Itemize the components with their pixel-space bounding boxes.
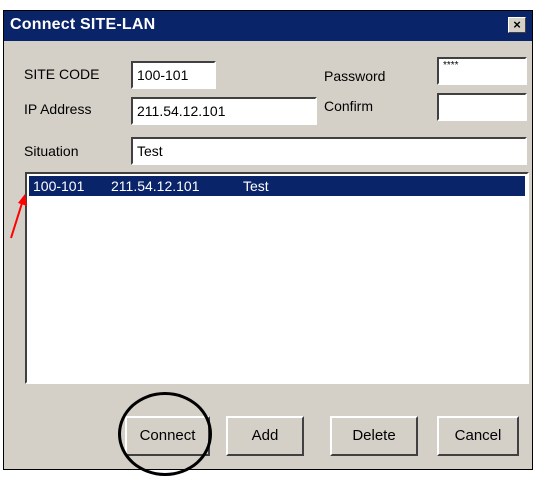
window-title: Connect SITE-LAN bbox=[10, 16, 156, 33]
ip-address-label: IP Address bbox=[24, 101, 92, 117]
title-bar[interactable]: Connect SITE-LAN × bbox=[4, 11, 532, 41]
situation-input[interactable]: Test bbox=[131, 137, 527, 165]
confirm-label: Confirm bbox=[324, 98, 374, 114]
close-icon: × bbox=[513, 17, 521, 32]
list-item[interactable]: 100-101 211.54.12.101 Test bbox=[29, 176, 525, 196]
confirm-input[interactable] bbox=[437, 93, 527, 121]
password-input[interactable]: **** bbox=[437, 57, 527, 85]
close-button[interactable]: × bbox=[508, 17, 526, 33]
site-code-input[interactable]: 100-101 bbox=[131, 61, 216, 89]
site-code-label: SITE CODE bbox=[24, 66, 100, 82]
list-item-site-code: 100-101 bbox=[33, 178, 85, 194]
site-list[interactable]: 100-101 211.54.12.101 Test bbox=[25, 172, 529, 384]
cancel-button[interactable]: Cancel bbox=[437, 416, 519, 456]
red-arrow-icon bbox=[10, 194, 27, 239]
password-label: Password bbox=[324, 68, 386, 84]
situation-label: Situation bbox=[24, 143, 79, 159]
highlight-circle bbox=[118, 392, 212, 476]
ip-address-input[interactable]: 211.54.12.101 bbox=[131, 97, 317, 125]
add-button[interactable]: Add bbox=[226, 416, 304, 456]
delete-button[interactable]: Delete bbox=[330, 416, 418, 456]
list-item-situation: Test bbox=[243, 178, 269, 194]
list-item-ip: 211.54.12.101 bbox=[111, 178, 200, 194]
